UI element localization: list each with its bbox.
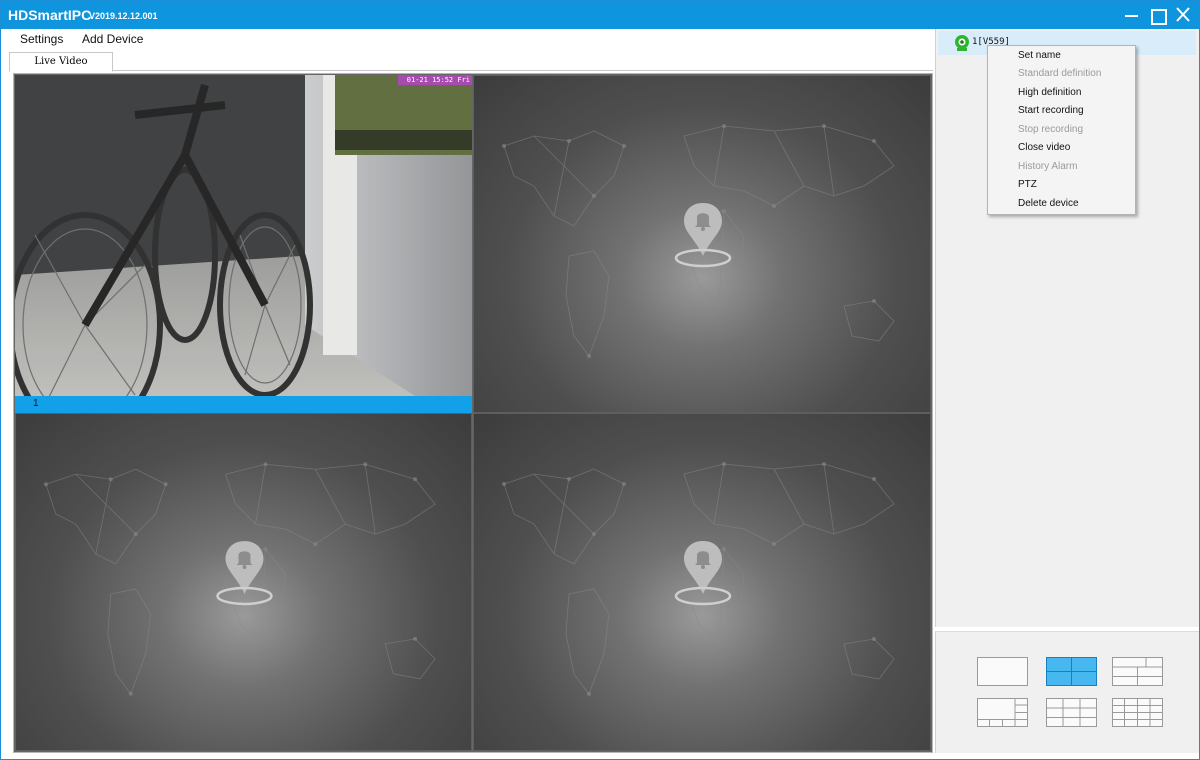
menu-item-start-recording[interactable]: Start recording [1018, 102, 1084, 120]
world-map-placeholder [502, 462, 895, 696]
menu-item-high-definition[interactable]: High definition [1018, 84, 1081, 102]
menu-item-ptz[interactable]: PTZ [1018, 176, 1037, 194]
menu-bar: Settings Add Device [1, 29, 933, 51]
close-icon [1176, 7, 1190, 22]
menu-item-delete-device[interactable]: Delete device [1018, 195, 1079, 213]
video-channel-3[interactable] [15, 413, 472, 751]
layout-selector-panel [935, 631, 1199, 753]
app-window: HDSmartIPC V2019.12.12.001 Settings Add … [0, 0, 1200, 760]
layout-4-split-button[interactable] [1046, 657, 1097, 686]
menu-item-stop-recording[interactable]: Stop recording [1018, 121, 1083, 139]
menu-item-history-alarm[interactable]: History Alarm [1018, 158, 1077, 176]
menu-settings[interactable]: Settings [18, 32, 65, 46]
layout-6-split-button[interactable] [1112, 657, 1163, 686]
menu-item-close-video[interactable]: Close video [1018, 139, 1070, 157]
world-map-placeholder [502, 124, 895, 358]
app-version: V2019.12.12.001 [89, 11, 158, 21]
title-bar: HDSmartIPC V2019.12.12.001 [1, 1, 1199, 29]
menu-item-standard-definition[interactable]: Standard definition [1018, 65, 1101, 83]
layout-1-split-button[interactable] [977, 657, 1028, 686]
video-channel-1[interactable]: 01-21 15:52 Fri 1 [15, 75, 472, 413]
webcam-icon [955, 35, 969, 51]
close-button[interactable] [1172, 5, 1194, 25]
maximize-button[interactable] [1146, 5, 1168, 25]
video-grid: 01-21 15:52 Fri 1 [13, 73, 933, 753]
layout-16-split-button[interactable] [1112, 698, 1163, 727]
tab-strip: Live Video [9, 52, 933, 72]
video-channel-2[interactable] [473, 75, 931, 413]
menu-item-set-name[interactable]: Set name [1018, 47, 1061, 65]
app-title: HDSmartIPC [8, 7, 92, 23]
video-channel-4[interactable] [473, 413, 931, 751]
channel-label: 1 [33, 398, 39, 409]
channel-label-bar: 1 [15, 396, 472, 413]
world-map-placeholder [43, 462, 436, 696]
camera-osd-timestamp: 01-21 15:52 Fri [398, 75, 472, 85]
layout-8-split-button[interactable] [977, 698, 1028, 727]
tab-live-video[interactable]: Live Video [9, 52, 113, 72]
camera-feed-image [15, 75, 472, 396]
device-context-menu: Set name Standard definition High defini… [987, 45, 1136, 215]
menu-add-device[interactable]: Add Device [80, 32, 145, 46]
minimize-button[interactable] [1121, 5, 1143, 25]
layout-9-split-button[interactable] [1046, 698, 1097, 727]
